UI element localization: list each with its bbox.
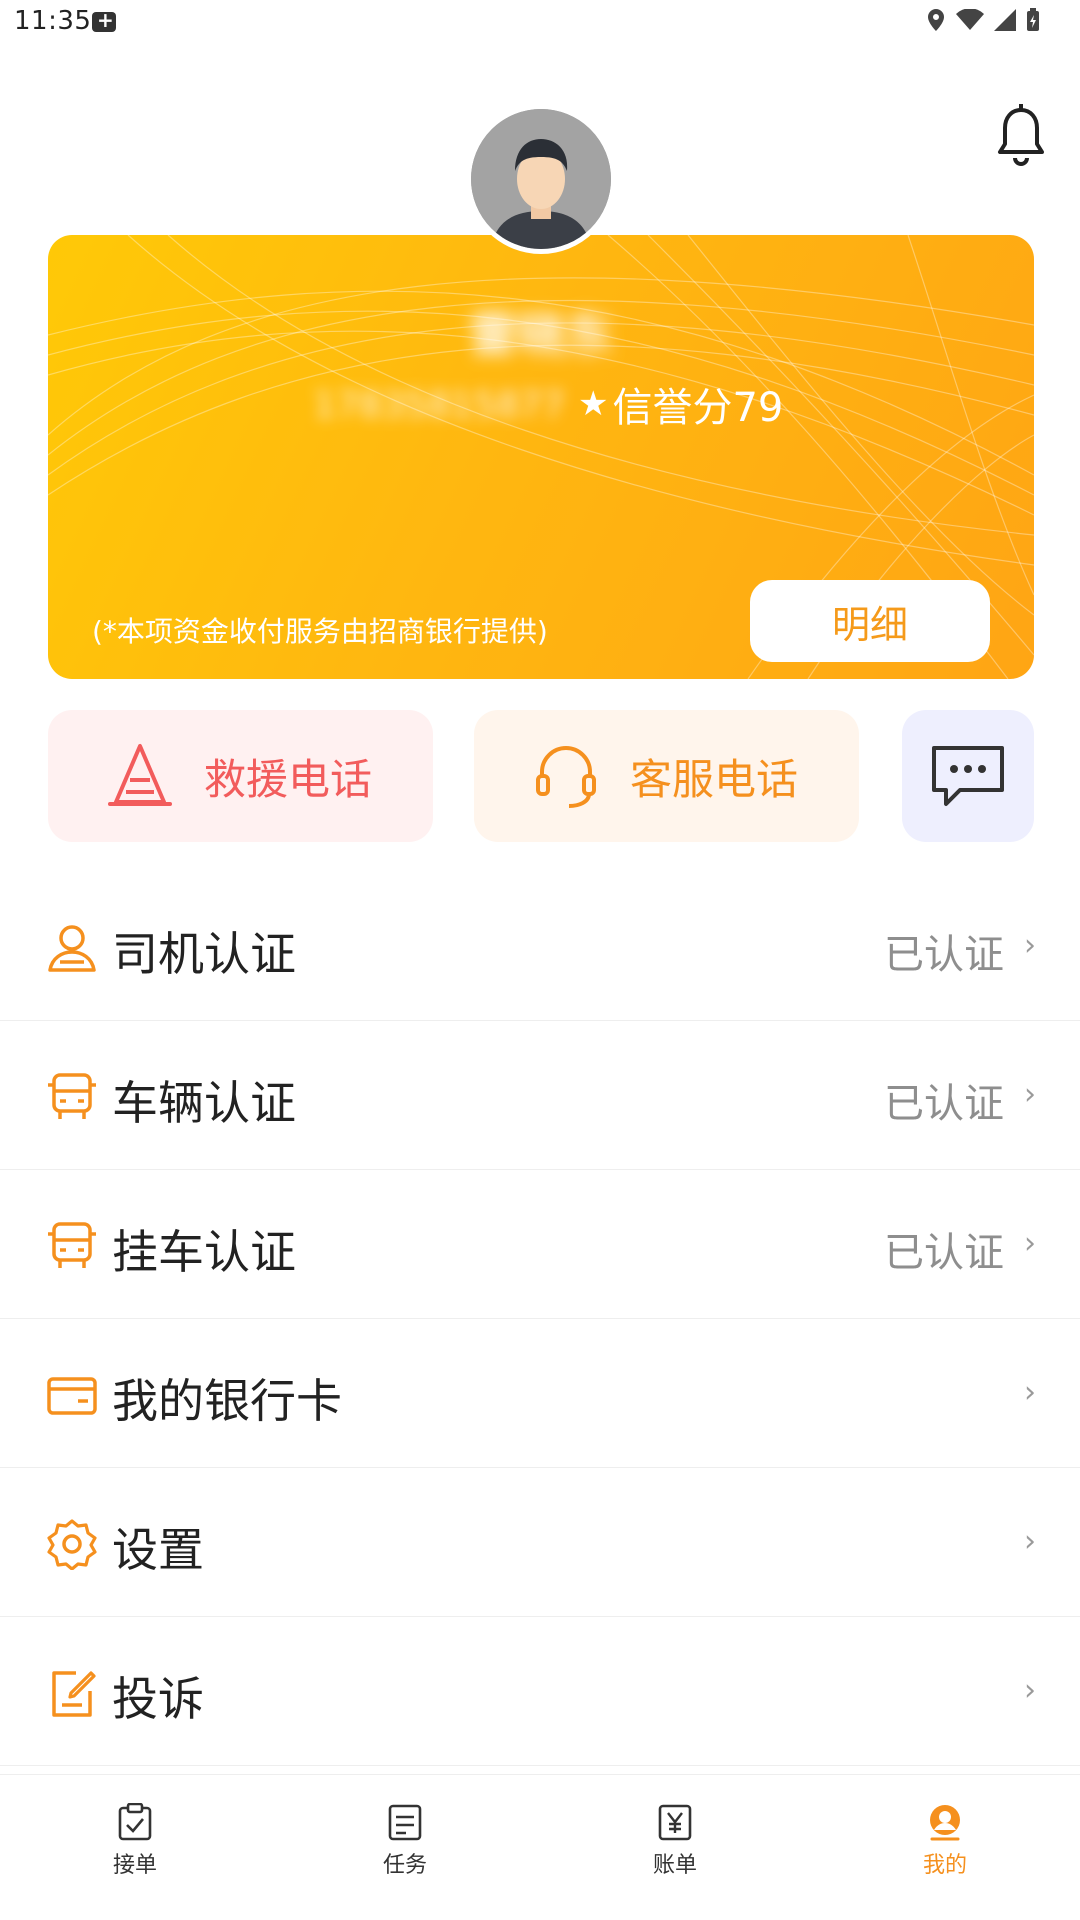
menu-item-label: 车辆认证 (112, 1076, 296, 1130)
menu-item-label: 司机认证 (112, 927, 296, 981)
verification-status: 已认证 (884, 1081, 1004, 1127)
status-time: 11:35 (14, 6, 92, 36)
clipboard-check-icon (118, 1803, 152, 1841)
user-avatar-icon (471, 109, 611, 249)
traffic-cone-icon (108, 744, 172, 806)
message-button[interactable] (902, 710, 1034, 842)
tab-label: 接单 (112, 1853, 157, 1878)
tab-label: 账单 (652, 1853, 697, 1878)
menu-item-label: 我的银行卡 (112, 1374, 342, 1428)
menu-item-driver-verification[interactable]: 司机认证 已认证 › (0, 872, 1080, 1021)
task-list-icon (388, 1804, 422, 1841)
bill-yuan-icon (658, 1804, 692, 1841)
star-icon: ★ (578, 384, 609, 424)
menu-item-settings[interactable]: 设置 › (0, 1468, 1080, 1617)
driver-icon (48, 925, 96, 972)
menu-item-trailer-verification[interactable]: 挂车认证 已认证 › (0, 1170, 1080, 1319)
chevron-right-icon: › (1024, 1673, 1036, 1708)
bell-icon[interactable] (995, 104, 1047, 168)
status-bar: 11:35 (0, 0, 1080, 44)
menu-item-label: 设置 (112, 1523, 204, 1577)
wifi-icon (956, 9, 984, 30)
menu-item-complaint[interactable]: 投诉 › (0, 1617, 1080, 1766)
tab-mine[interactable]: 我的 (885, 1803, 1005, 1879)
profile-icon (930, 1805, 960, 1841)
tab-tasks[interactable]: 任务 (345, 1803, 465, 1879)
status-icons (926, 8, 1040, 32)
credit-score-label: 信誉分79 (612, 385, 784, 431)
location-icon (928, 9, 944, 31)
profile-card: 雷晓东 17835815877 ★ 信誉分79 (*本项资金收付服务由招商银行提… (48, 235, 1034, 679)
menu-item-label: 投诉 (112, 1672, 204, 1726)
chevron-right-icon: › (1024, 928, 1036, 963)
tab-label: 任务 (382, 1853, 427, 1878)
bottom-nav: 接单 任务 账单 我的 (0, 1774, 1080, 1920)
user-name: 雷晓东 (468, 307, 613, 363)
complaint-icon (52, 1671, 96, 1717)
menu-item-label: 挂车认证 (112, 1225, 296, 1279)
payment-note: (*本项资金收付服务由招商银行提供) (92, 615, 548, 648)
chat-icon (932, 746, 1004, 806)
screen: 11:35 + 雷晓东 17835815877 ★ 信誉分79 (*本项资金收付… (0, 0, 1080, 1920)
signal-icon (994, 9, 1016, 31)
headset-icon (536, 746, 596, 808)
chevron-right-icon: › (1024, 1375, 1036, 1410)
menu-item-vehicle-verification[interactable]: 车辆认证 已认证 › (0, 1021, 1080, 1170)
credit-score: ★ 信誉分79 (578, 375, 783, 433)
tab-orders[interactable]: 接单 (75, 1803, 195, 1879)
settings-icon (47, 1519, 97, 1570)
detail-button[interactable]: 明细 (750, 580, 990, 662)
avatar[interactable] (466, 104, 616, 254)
verification-status: 已认证 (884, 932, 1004, 978)
vehicle-icon (48, 1073, 96, 1119)
battery-icon (1027, 8, 1039, 31)
customer-service-button[interactable]: 客服电话 (474, 710, 859, 842)
customer-service-label: 客服电话 (630, 754, 799, 804)
rescue-call-label: 救援电话 (204, 754, 373, 804)
rescue-call-button[interactable]: 救援电话 (48, 710, 433, 842)
chevron-right-icon: › (1024, 1524, 1036, 1559)
notification-icon (92, 8, 116, 32)
tab-bills[interactable]: 账单 (615, 1803, 735, 1879)
trailer-icon (48, 1222, 96, 1268)
chevron-right-icon: › (1024, 1077, 1036, 1112)
bank-card-icon (47, 1377, 97, 1415)
menu-list: 司机认证 已认证 › 车辆认证 已认证 › 挂车认证 已认证 › 我的银行卡 ›… (0, 872, 1080, 1766)
chevron-right-icon: › (1024, 1226, 1036, 1261)
verification-status: 已认证 (884, 1230, 1004, 1276)
tab-label: 我的 (922, 1853, 967, 1878)
menu-item-bank-card[interactable]: 我的银行卡 › (0, 1319, 1080, 1468)
user-phone: 17835815877 (313, 385, 565, 426)
